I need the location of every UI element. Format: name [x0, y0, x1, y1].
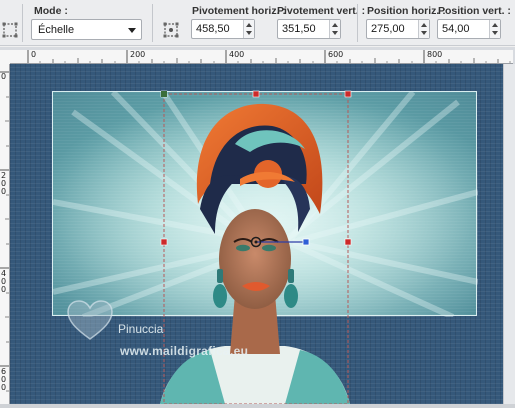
watermark-name: Pinuccia	[118, 322, 164, 336]
ruler-label: 600	[328, 50, 344, 59]
chevron-down-icon[interactable]	[128, 28, 136, 33]
watermark-heart-icon	[67, 300, 113, 340]
toolbar-separator	[22, 4, 23, 42]
spinner-arrows[interactable]	[329, 20, 340, 38]
pivot-vertical-value: 351,50	[282, 23, 316, 35]
pivot-vertical-field[interactable]: 351,50	[277, 19, 341, 39]
ruler-label: 800	[427, 50, 443, 59]
toolbar-separator	[357, 4, 358, 42]
spinner-arrows[interactable]	[418, 20, 429, 38]
position-vertical-label: Position vert. :	[438, 5, 511, 17]
workspace: 0 200 400 600 800 0 2 0 0 4 0 0 6 0 0 Pi…	[0, 47, 515, 408]
position-vertical-field[interactable]: 54,00	[437, 19, 501, 39]
ruler-label: 0	[31, 50, 37, 59]
position-horizontal-field[interactable]: 275,00	[366, 19, 430, 39]
toolbar-separator	[152, 4, 153, 42]
pivot-vertical-label: Pivotement vert. :	[277, 5, 366, 17]
spinner-arrows[interactable]	[243, 20, 254, 38]
position-horizontal-value: 275,00	[371, 23, 405, 35]
pick-tool-icon[interactable]	[2, 22, 18, 38]
vertical-scrollbar[interactable]	[503, 64, 515, 408]
image-canvas[interactable]: Pinuccia www.maildigrafica.eu	[10, 64, 513, 404]
rotate-handle	[161, 91, 167, 97]
ruler-label: 2 0 0	[1, 171, 7, 196]
ruler-ticks	[0, 71, 9, 392]
horizontal-scrollbar[interactable]	[0, 404, 515, 408]
resize-handle-top	[252, 90, 260, 98]
pivot-icon[interactable]	[163, 22, 179, 38]
ruler-label: 6 0 0	[1, 367, 7, 392]
spinner-arrows[interactable]	[489, 20, 500, 38]
tool-options-toolbar: Mode : Échelle Pivotement horiz. : 458,5…	[0, 0, 515, 46]
position-vertical-value: 54,00	[442, 23, 470, 35]
mode-label: Mode :	[34, 5, 68, 17]
position-horizontal-label: Position horiz. :	[367, 5, 446, 17]
ruler-label: 200	[130, 50, 146, 59]
resize-handle-top-right	[344, 90, 352, 98]
resize-handles[interactable]	[10, 64, 513, 404]
ruler-label: 4 0 0	[1, 269, 7, 294]
pivot-horizontal-field[interactable]: 458,50	[191, 19, 255, 39]
pivot-horizontal-label: Pivotement horiz. :	[192, 5, 286, 17]
pivot-horizontal-value: 458,50	[196, 23, 230, 35]
mode-select[interactable]: Échelle	[31, 19, 142, 40]
resize-handle-left	[160, 238, 168, 246]
ruler-label: 400	[229, 50, 245, 59]
ruler-corner	[0, 50, 10, 64]
resize-handle-right	[344, 238, 352, 246]
vertical-ruler: 0 2 0 0 4 0 0 6 0 0	[0, 64, 10, 408]
watermark-url: www.maildigrafica.eu	[120, 344, 249, 358]
horizontal-ruler: 0 200 400 600 800	[10, 50, 513, 64]
ruler-label: 0	[1, 72, 7, 81]
mode-value: Échelle	[38, 24, 75, 36]
